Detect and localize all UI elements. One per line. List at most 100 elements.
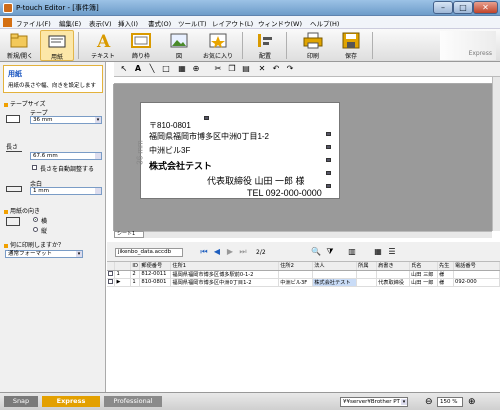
close-button[interactable]: ✕ <box>473 1 498 14</box>
favorites-button[interactable]: お気に入り <box>198 30 238 61</box>
list-view-icon[interactable]: ☰ <box>387 247 397 257</box>
horizontal-scrollbar[interactable] <box>144 231 492 238</box>
express-mode-tab[interactable]: Express <box>42 396 100 407</box>
format-select[interactable]: 通常フォーマット ▾ <box>5 250 83 258</box>
zoom-in-icon[interactable]: ⊕ <box>468 397 476 407</box>
table-cell[interactable]: 1 <box>130 278 141 287</box>
table-cell[interactable] <box>278 270 314 279</box>
sheet-tab[interactable]: シート1 <box>114 231 144 238</box>
menu-tools[interactable]: ツール(T) <box>178 18 207 28</box>
label-tape[interactable]: 36 mm 〒810-0801 福岡県福岡市博多区中洲0丁目1-2 中洲ビル3F… <box>136 102 340 199</box>
document-icon[interactable] <box>3 18 12 27</box>
cut-icon[interactable]: ✂ <box>213 64 223 74</box>
undo-icon[interactable]: ↶ <box>271 64 281 74</box>
first-record-icon[interactable]: ⏮ <box>199 247 209 257</box>
menu-insert[interactable]: 挿入(I) <box>118 18 138 28</box>
frame-button[interactable]: 飾り枠 <box>124 30 158 61</box>
zoom-out-icon[interactable]: ⊖ <box>425 397 433 407</box>
table-row[interactable]: ▶ 1 810-0801 福岡県福岡市博多区中洲0丁目1-2 中洲ビル3F 株式… <box>107 278 500 287</box>
menu-file[interactable]: ファイル(F) <box>16 18 51 28</box>
table-cell[interactable]: 中洲ビル3F <box>278 278 314 287</box>
table-cell[interactable]: 810-0801 <box>139 278 172 287</box>
grid-icon[interactable]: ▦ <box>177 64 187 74</box>
paste-icon[interactable]: ▤ <box>241 64 251 74</box>
save-button[interactable]: 保存 <box>334 30 368 61</box>
professional-mode-tab[interactable]: Professional <box>104 396 162 407</box>
tape-select[interactable]: 36 mm ▾ <box>30 116 102 124</box>
paper-button[interactable]: 用紙 <box>40 30 74 61</box>
rectangle-tool-icon[interactable]: □ <box>161 64 171 74</box>
table-cell[interactable]: 092-000 <box>453 278 500 287</box>
pointer-icon[interactable]: ↖ <box>119 64 129 74</box>
merge-icon[interactable]: ▥ <box>347 247 357 257</box>
table-cell[interactable]: 代表取締役 <box>376 278 411 287</box>
delete-icon[interactable]: ✕ <box>257 64 267 74</box>
company-text[interactable]: 株式会社テスト <box>149 159 212 172</box>
table-row[interactable]: 1 2 812-0011 福岡県福岡市博多区博多駅前0-1-2 山田 三郎 様 <box>107 270 500 279</box>
address-text[interactable]: 福岡県福岡市博多区中洲0丁目1-2 <box>149 131 269 142</box>
table-cell[interactable] <box>356 278 378 287</box>
new-open-button[interactable]: 新規/開く <box>2 30 38 61</box>
text-tool-icon[interactable]: A <box>133 64 143 74</box>
landscape-radio[interactable] <box>33 217 38 222</box>
filter-icon[interactable]: ⧩ <box>325 247 335 257</box>
grid-view-icon[interactable]: ▦ <box>373 247 383 257</box>
table-cell[interactable]: 福岡県福岡市博多区中洲0丁目1-2 <box>170 278 280 287</box>
row-checkbox[interactable] <box>107 278 116 287</box>
redo-icon[interactable]: ↷ <box>285 64 295 74</box>
col-header[interactable]: 肩書き <box>376 262 411 271</box>
col-header[interactable]: ID <box>130 262 141 271</box>
table-cell[interactable] <box>312 270 358 279</box>
auto-length-checkbox[interactable] <box>32 165 37 170</box>
minimize-button[interactable]: – <box>433 1 453 14</box>
next-record-icon[interactable]: ▶ <box>225 247 235 257</box>
table-cell[interactable] <box>453 270 500 279</box>
zoom-icon[interactable]: ⊕ <box>191 64 201 74</box>
menu-view[interactable]: 表示(V) <box>89 18 112 28</box>
prev-record-icon[interactable]: ◀ <box>212 247 222 257</box>
zoom-select[interactable]: 150 % <box>437 397 463 407</box>
col-header[interactable]: 郵便番号 <box>139 262 172 271</box>
col-header[interactable]: 住所2 <box>278 262 314 271</box>
snap-mode-tab[interactable]: Snap <box>4 396 38 407</box>
text-button[interactable]: A テキスト <box>86 30 120 61</box>
col-header[interactable]: 所属 <box>356 262 378 271</box>
row-checkbox[interactable] <box>107 270 116 279</box>
table-cell[interactable]: 株式会社テスト <box>312 278 358 287</box>
line-tool-icon[interactable]: ╲ <box>147 64 157 74</box>
table-cell[interactable]: 2 <box>130 270 141 279</box>
table-cell[interactable] <box>356 270 378 279</box>
menu-help[interactable]: ヘルプ(H) <box>310 18 339 28</box>
recipient-text[interactable]: 代表取締役 山田 一郎 様 <box>207 174 305 187</box>
table-cell[interactable]: 山田 一郎 <box>409 278 439 287</box>
portrait-radio[interactable] <box>33 227 38 232</box>
search-icon[interactable]: 🔍 <box>311 247 321 257</box>
menu-layout[interactable]: レイアウト(L) <box>212 18 253 28</box>
last-record-icon[interactable]: ⏭ <box>238 247 248 257</box>
col-header[interactable]: 氏名 <box>409 262 439 271</box>
print-button[interactable]: 印刷 <box>296 30 330 61</box>
menu-format[interactable]: 書式(O) <box>148 18 171 28</box>
col-header[interactable]: 先生 <box>437 262 455 271</box>
postal-code-text[interactable]: 〒810-0801 <box>149 120 191 131</box>
printer-select[interactable]: ¥¥server¥Brother PT ▾ <box>340 397 408 407</box>
table-cell[interactable]: 様 <box>437 270 455 279</box>
menu-edit[interactable]: 編集(E) <box>59 18 81 28</box>
building-text[interactable]: 中洲ビル3F <box>149 145 190 156</box>
table-cell[interactable]: 福岡県福岡市博多区博多駅前0-1-2 <box>170 270 280 279</box>
length-field[interactable]: 67.6 mm <box>30 152 102 160</box>
margin-field[interactable]: 1 mm <box>30 187 102 195</box>
table-cell[interactable]: 山田 三郎 <box>409 270 439 279</box>
col-header[interactable]: 電話番号 <box>453 262 500 271</box>
table-cell[interactable] <box>376 270 411 279</box>
table-cell[interactable]: 812-0011 <box>139 270 172 279</box>
table-cell[interactable]: 様 <box>437 278 455 287</box>
image-button[interactable]: 図 <box>162 30 196 61</box>
spinner-icon[interactable] <box>95 188 101 194</box>
col-header[interactable]: 法人 <box>312 262 358 271</box>
spinner-icon[interactable] <box>95 153 101 159</box>
vertical-scrollbar[interactable] <box>492 77 500 231</box>
phone-text[interactable]: TEL 092-000-0000 <box>247 188 322 198</box>
menu-window[interactable]: ウィンドウ(W) <box>258 18 302 28</box>
copy-icon[interactable]: ❐ <box>227 64 237 74</box>
